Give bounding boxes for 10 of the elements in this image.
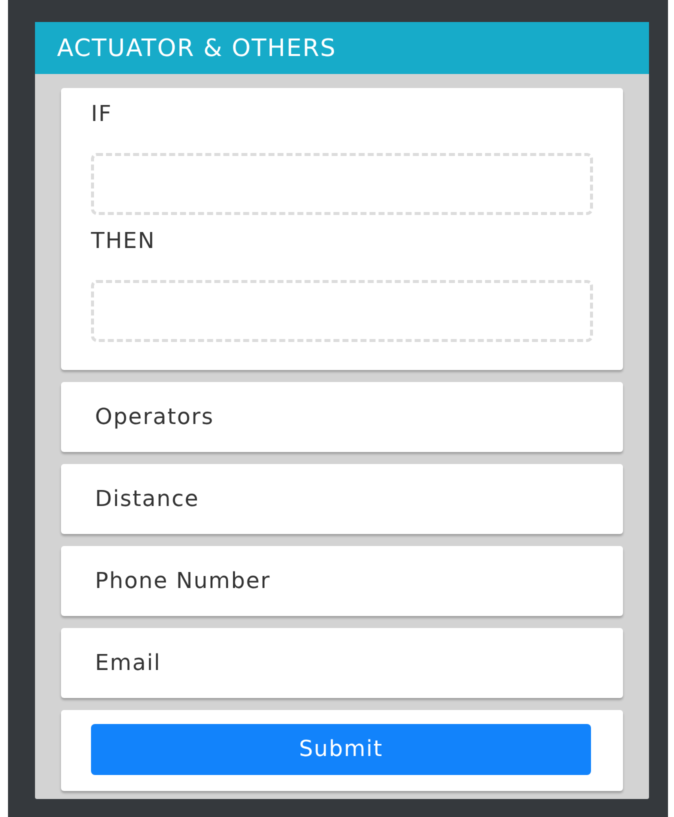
rule-label: THEN	[91, 229, 156, 254]
block-item[interactable]: Distance	[61, 464, 623, 534]
block-item[interactable]: Email	[61, 628, 623, 698]
rule-label: IF	[91, 102, 114, 127]
block-item[interactable]: Operators	[61, 382, 623, 452]
panel-header: ACTUATOR & OTHERS	[35, 22, 649, 74]
drop-zone[interactable]	[91, 153, 593, 215]
block-item[interactable]: Phone Number	[61, 546, 623, 616]
drop-zone[interactable]	[91, 280, 593, 342]
submit-button[interactable]: Submit	[91, 724, 591, 775]
